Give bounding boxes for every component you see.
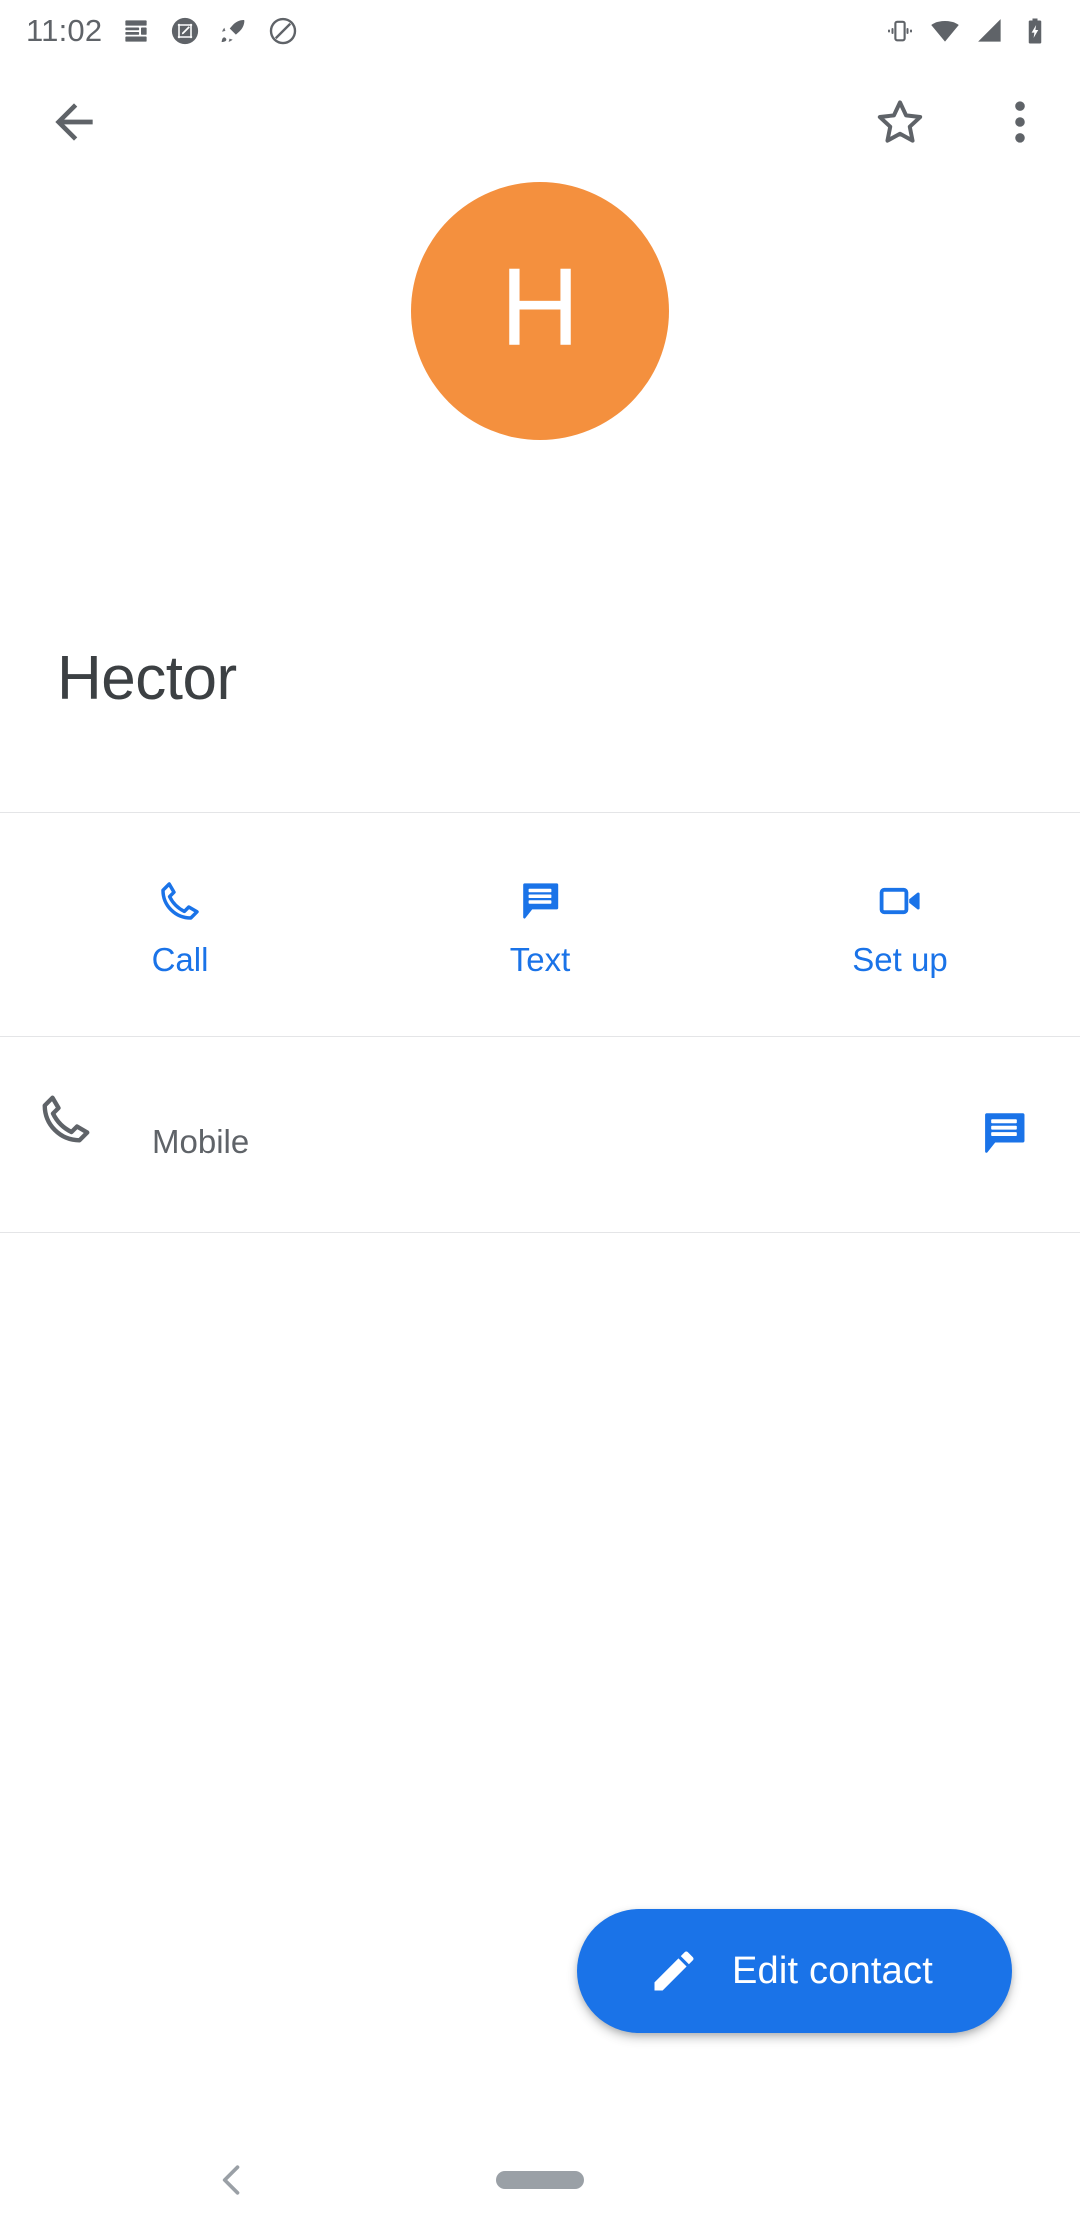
message-icon [985, 1113, 1025, 1153]
star-outline-icon [877, 100, 923, 143]
divider-below-phone-row [0, 1232, 1080, 1233]
more-options-button[interactable] [972, 74, 1068, 170]
phone-number-label: Mobile [152, 1123, 250, 1161]
video-camera-icon [879, 887, 920, 915]
status-bar-clock: 11:02 [26, 13, 103, 48]
do-not-disturb-notification-icon [270, 17, 297, 45]
phone-number-row[interactable]: Mobile [0, 1037, 1080, 1232]
favorite-button[interactable] [852, 74, 948, 170]
rocket-notification-icon [221, 19, 245, 43]
quick-action-setup-label: Set up [852, 941, 948, 978]
phone-icon [161, 882, 199, 920]
pencil-icon [654, 1951, 694, 1991]
contact-name-block: Hector [0, 648, 1080, 810]
message-icon [523, 883, 559, 919]
quick-action-call[interactable]: Call [0, 813, 360, 1036]
avatar[interactable]: H [411, 182, 669, 440]
nav-back-button[interactable] [196, 2144, 268, 2216]
vibrate-mode-icon [888, 20, 912, 42]
send-message-button[interactable] [956, 1085, 1052, 1181]
quick-action-text-label: Text [509, 941, 571, 978]
back-button[interactable] [26, 74, 122, 170]
system-navigation-bar [0, 2140, 1080, 2220]
wifi-icon [931, 21, 959, 42]
quick-actions-row: Call Text Set up [0, 813, 1080, 1036]
battery-charging-icon [1028, 18, 1042, 44]
arrow-back-icon [55, 103, 93, 141]
edit-contact-label: Edit contact [732, 1950, 933, 1992]
nav-home-pill[interactable] [496, 2171, 584, 2189]
contact-avatar-container: H [0, 182, 1080, 440]
status-bar-right [885, 16, 1054, 46]
phone-icon [42, 1095, 90, 1143]
quick-action-setup[interactable]: Set up [720, 813, 1080, 1036]
notes-notification-icon [125, 20, 147, 42]
edit-contact-button[interactable]: Edit contact [577, 1909, 1012, 2033]
avatar-initial: H [500, 246, 580, 369]
status-bar-left: 11:02 [26, 15, 298, 47]
phone-text-column: Mobile [152, 1037, 912, 1232]
app-bar [0, 62, 1080, 178]
status-bar: 11:02 [0, 0, 1080, 62]
quick-action-text[interactable]: Text [360, 813, 720, 1036]
screenshot-edit-notification-icon [172, 17, 199, 45]
quick-action-call-label: Call [151, 941, 209, 978]
chevron-left-icon [222, 2165, 240, 2195]
phone-number-value [152, 1108, 912, 1118]
overflow-menu-icon [1015, 101, 1025, 143]
contact-name: Hector [57, 644, 237, 713]
cellular-signal-icon [978, 19, 1001, 42]
